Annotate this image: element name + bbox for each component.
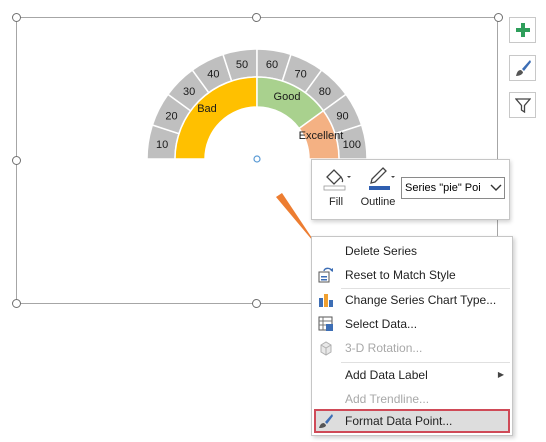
menu-item-reset-to-match-style[interactable]: Reset to Match Style <box>314 263 510 287</box>
format-mini-toolbar: Fill Outline Series "pie" Poi <box>311 159 510 220</box>
chart-filters-button[interactable] <box>509 92 536 118</box>
menu-item-label: Select Data... <box>345 317 418 331</box>
menu-item-add-data-label[interactable]: Add Data Label ▶ <box>314 363 510 387</box>
chart-elements-button[interactable] <box>509 17 536 43</box>
gauge-segment-label: Good <box>274 91 301 103</box>
series-select-dropdown[interactable]: Series "pie" Poi <box>401 177 505 199</box>
menu-item-change-series-chart-type[interactable]: Change Series Chart Type... <box>314 288 510 312</box>
menu-item-delete-series[interactable]: Delete Series <box>314 239 510 263</box>
outline-button[interactable]: Outline <box>356 164 400 208</box>
menu-item-label: Reset to Match Style <box>345 268 456 282</box>
menu-item-select-data[interactable]: Select Data... <box>314 312 510 336</box>
menu-item-label: 3-D Rotation... <box>345 341 423 355</box>
gauge-tick-label: 50 <box>236 59 248 71</box>
format-brush-icon <box>318 413 334 429</box>
menu-item-label: Format Data Point... <box>345 414 453 428</box>
gauge-tick-label: 80 <box>319 86 331 98</box>
gauge-segment-label: Bad <box>197 103 217 115</box>
select-data-icon <box>318 316 334 332</box>
menu-item-3d-rotation: 3-D Rotation... <box>314 336 510 360</box>
fill-button[interactable]: Fill <box>320 164 352 208</box>
cube-icon <box>318 340 334 356</box>
paintbrush-icon <box>515 60 531 76</box>
gauge-segment-label: Excellent <box>299 130 344 142</box>
menu-item-format-data-point[interactable]: Format Data Point... <box>314 409 510 433</box>
series-select-value: Series "pie" Poi <box>405 182 481 194</box>
context-menu: Delete Series Reset to Match Style Chang… <box>311 236 513 436</box>
submenu-arrow-icon: ▶ <box>497 370 504 379</box>
menu-item-label: Add Data Label <box>345 368 428 382</box>
outline-label: Outline <box>360 196 396 208</box>
paint-bucket-icon <box>323 169 351 191</box>
funnel-icon <box>514 98 531 113</box>
menu-item-label: Delete Series <box>345 244 418 258</box>
gauge-tick-label: 30 <box>183 86 195 98</box>
gauge-tick-label: 90 <box>336 110 348 122</box>
gauge-tick-label: 60 <box>266 59 278 71</box>
chart-styles-button[interactable] <box>509 55 536 81</box>
gauge-tick-label: 40 <box>207 68 219 80</box>
gauge-tick-label: 10 <box>156 139 168 151</box>
gauge-tick-label: 100 <box>343 139 361 151</box>
reset-style-icon <box>318 267 334 283</box>
chevron-down-icon[interactable] <box>487 178 504 198</box>
menu-item-add-trendline: Add Trendline... <box>314 387 510 411</box>
menu-item-label: Add Trendline... <box>345 392 430 406</box>
fill-label: Fill <box>328 196 344 208</box>
plus-icon <box>515 23 530 37</box>
gauge-tick-label: 20 <box>165 110 177 122</box>
pen-outline-icon <box>369 167 395 190</box>
gauge-tick-label: 70 <box>294 68 306 80</box>
menu-item-label: Change Series Chart Type... <box>345 293 497 307</box>
pointer-pivot-handle[interactable] <box>253 155 261 163</box>
bar-chart-icon <box>318 292 334 308</box>
